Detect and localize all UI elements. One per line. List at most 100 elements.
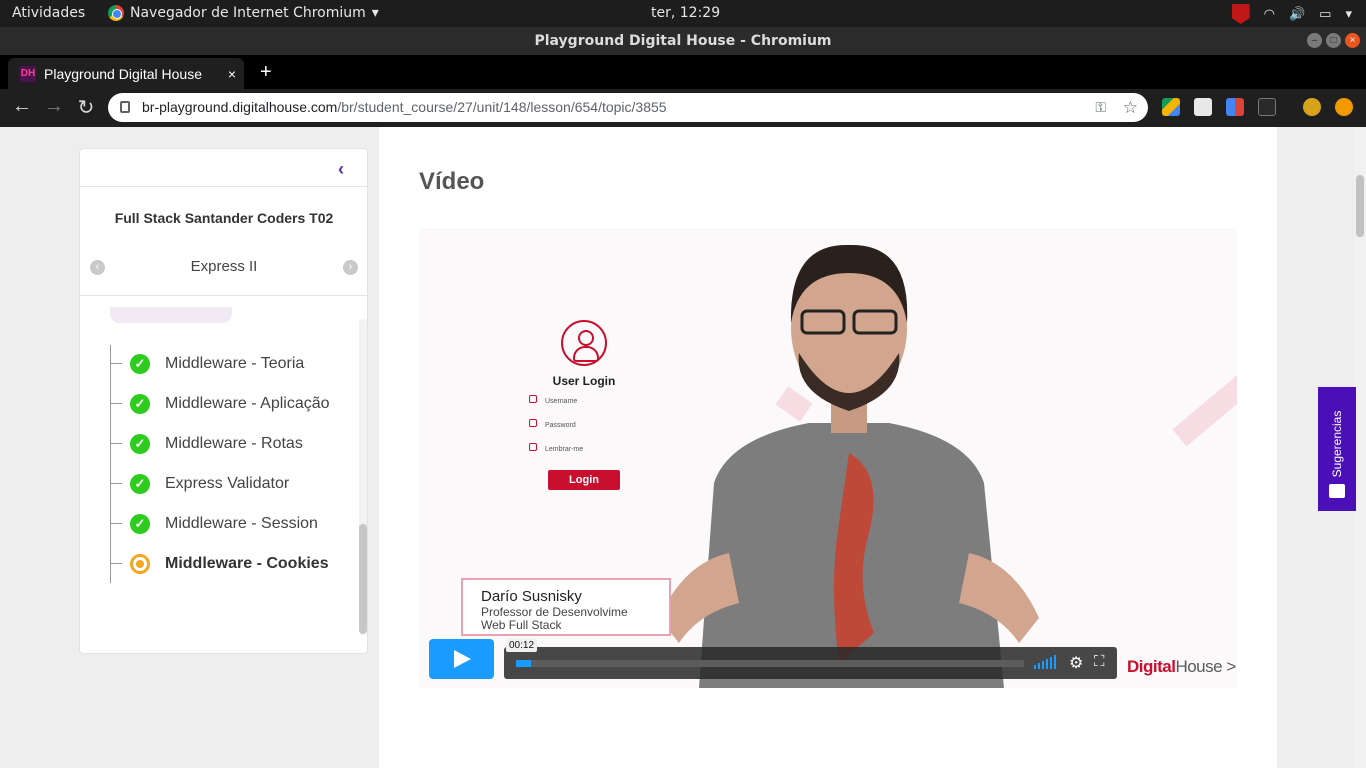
volume-bar bbox=[1038, 663, 1040, 669]
check-icon: ✓ bbox=[130, 474, 150, 494]
system-tray[interactable]: ◠ 🔊 ▭ ▾ bbox=[1231, 4, 1352, 24]
chevron-down-icon: ▾ bbox=[371, 5, 379, 21]
prev-unit-button[interactable]: ‹ bbox=[90, 260, 105, 275]
tree-connector bbox=[110, 523, 122, 524]
activities-button[interactable]: Atividades bbox=[12, 5, 85, 21]
lesson-label: Middleware - Aplicação bbox=[165, 395, 330, 412]
maximize-button[interactable]: □ bbox=[1326, 33, 1341, 48]
clock[interactable]: ter, 12:29 bbox=[651, 5, 720, 21]
url-text: br-playground.digitalhouse.com/br/studen… bbox=[142, 93, 667, 122]
presenter-lower-third: Darío Susnisky Professor de Desenvolvime… bbox=[461, 578, 671, 636]
unit-title: Express II bbox=[190, 258, 258, 275]
system-top-bar: Atividades Navegador de Internet Chromiu… bbox=[0, 0, 1366, 27]
volume-bar bbox=[1054, 655, 1056, 669]
app-menu[interactable]: Navegador de Internet Chromium ▾ bbox=[108, 5, 379, 21]
lesson-item[interactable]: ✓ Middleware - Rotas bbox=[110, 432, 303, 456]
login-mockup-button: Login bbox=[548, 470, 620, 490]
tree-connector bbox=[110, 483, 122, 484]
browser-tab[interactable]: DH Playground Digital House × bbox=[8, 58, 244, 89]
course-title: Full Stack Santander Coders T02 bbox=[114, 210, 334, 226]
close-window-button[interactable]: × bbox=[1345, 33, 1360, 48]
chat-face-icon bbox=[1329, 484, 1345, 498]
video-player[interactable]: User Login Username Password Lembrar-me … bbox=[419, 228, 1237, 688]
lesson-item[interactable]: ✓ Middleware - Teoria bbox=[110, 352, 305, 376]
play-button[interactable] bbox=[429, 639, 494, 679]
page-scrollbar-thumb[interactable] bbox=[1356, 175, 1364, 237]
window-controls: – □ × bbox=[1307, 33, 1360, 48]
section-title: Vídeo bbox=[419, 168, 485, 195]
tree-connector bbox=[110, 563, 122, 564]
volume-icon: 🔊 bbox=[1288, 6, 1306, 22]
sidebar-scrollbar-thumb[interactable] bbox=[359, 524, 367, 634]
new-tab-button[interactable]: + bbox=[260, 61, 272, 84]
tab-strip: DH Playground Digital House × bbox=[0, 55, 1366, 89]
check-icon: ✓ bbox=[130, 514, 150, 534]
divider bbox=[80, 186, 367, 187]
lesson-label: Middleware - Cookies bbox=[165, 555, 329, 572]
window-title: Playground Digital House - Chromium bbox=[0, 27, 1366, 55]
login-mockup: User Login Username Password Lembrar-me … bbox=[519, 320, 649, 490]
presenter-role: Professor de Desenvolvime Web Full Stack bbox=[481, 606, 671, 632]
minimize-button[interactable]: – bbox=[1307, 33, 1322, 48]
fullscreen-icon[interactable]: ⛶ bbox=[1094, 653, 1105, 670]
feedback-widget[interactable]: Sugerencias bbox=[1318, 387, 1356, 511]
json-extension-icon[interactable] bbox=[1258, 98, 1276, 116]
tree-connector bbox=[110, 443, 122, 444]
lesson-item-current[interactable]: Middleware - Cookies bbox=[110, 552, 329, 576]
collapse-sidebar-icon[interactable]: ‹ bbox=[338, 159, 344, 180]
tab-title: Playground Digital House bbox=[44, 65, 202, 82]
screenshot-extension-icon[interactable] bbox=[1194, 98, 1212, 116]
back-button[interactable]: ← bbox=[9, 95, 35, 118]
key-icon[interactable]: ⚿ bbox=[1095, 93, 1106, 122]
lesson-label: Middleware - Teoria bbox=[165, 355, 305, 372]
lesson-label: Middleware - Rotas bbox=[165, 435, 303, 452]
password-label: Password bbox=[529, 412, 649, 436]
course-sidebar: ‹ Full Stack Santander Coders T02 ‹ Expr… bbox=[79, 148, 368, 654]
bookmark-star-icon[interactable]: ☆ bbox=[1123, 93, 1138, 122]
next-unit-button[interactable]: › bbox=[343, 260, 358, 275]
login-mockup-title: User Login bbox=[552, 374, 616, 388]
lesson-tree-line bbox=[110, 345, 111, 583]
in-progress-icon bbox=[130, 554, 150, 574]
forward-button[interactable]: → bbox=[41, 95, 67, 118]
volume-bar bbox=[1042, 661, 1044, 669]
progress-played bbox=[516, 660, 531, 667]
username-label: Username bbox=[529, 388, 649, 412]
digital-house-logo[interactable]: DigitalHouse > bbox=[1127, 657, 1236, 677]
extension-icon[interactable] bbox=[1226, 98, 1244, 116]
favicon-icon: DH bbox=[20, 65, 36, 82]
check-icon: ✓ bbox=[130, 394, 150, 414]
brand-gray-text: House > bbox=[1175, 657, 1236, 676]
progress-track[interactable] bbox=[516, 660, 1024, 667]
address-bar[interactable]: br-playground.digitalhouse.com/br/studen… bbox=[108, 93, 1148, 122]
tree-connector bbox=[110, 403, 122, 404]
app-menu-label: Navegador de Internet Chromium bbox=[130, 5, 366, 21]
url-host: br-playground.digitalhouse.com bbox=[142, 99, 338, 115]
tree-connector bbox=[110, 363, 122, 364]
mcafee-icon[interactable] bbox=[1231, 4, 1250, 24]
divider bbox=[80, 295, 367, 296]
check-icon: ✓ bbox=[130, 434, 150, 454]
profile-avatar[interactable] bbox=[1303, 98, 1321, 116]
url-path: /br/student_course/27/unit/148/lesson/65… bbox=[337, 99, 667, 115]
section-pill[interactable] bbox=[110, 307, 232, 323]
reload-button[interactable]: ↻ bbox=[73, 95, 99, 120]
lesson-label: Middleware - Session bbox=[165, 515, 318, 532]
chevron-down-icon: ▾ bbox=[1345, 6, 1352, 22]
close-tab-icon[interactable]: × bbox=[228, 66, 236, 82]
settings-gear-icon[interactable]: ⚙ bbox=[1069, 653, 1083, 673]
presenter-role-line: Web Full Stack bbox=[481, 618, 562, 632]
feedback-label: Sugerencias bbox=[1330, 410, 1344, 478]
lesson-item[interactable]: ✓ Express Validator bbox=[110, 472, 290, 496]
presenter-name: Darío Susnisky bbox=[481, 588, 582, 605]
lock-icon bbox=[120, 101, 130, 113]
volume-icon[interactable] bbox=[1034, 655, 1058, 669]
lesson-item[interactable]: ✓ Middleware - Session bbox=[110, 512, 318, 536]
update-alert-icon[interactable] bbox=[1335, 98, 1353, 116]
google-drive-extension-icon[interactable] bbox=[1162, 98, 1180, 116]
video-controls: ⚙ ⛶ bbox=[504, 647, 1117, 679]
sidebar-scrollbar[interactable] bbox=[359, 319, 367, 635]
lesson-item[interactable]: ✓ Middleware - Aplicação bbox=[110, 392, 330, 416]
brand-red-text: Digital bbox=[1127, 657, 1176, 676]
lesson-label: Express Validator bbox=[165, 475, 290, 492]
